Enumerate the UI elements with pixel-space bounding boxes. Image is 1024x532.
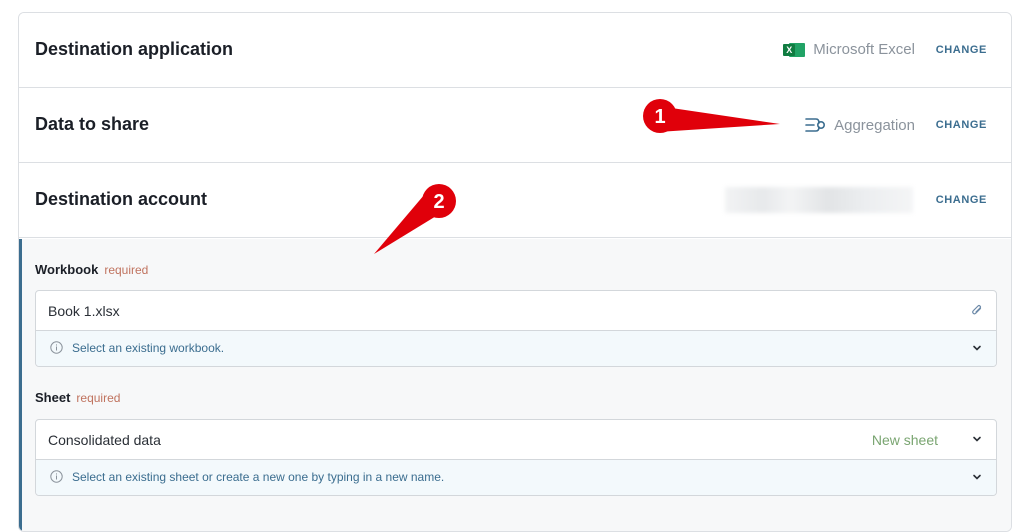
new-sheet-badge: New sheet [871,432,938,448]
sheet-field: Consolidated data New sheet Select an ex… [35,419,997,496]
data-to-share-row: Data to share Aggregation CHANGE [19,88,1011,163]
destination-application-title: Destination application [35,39,234,59]
integration-card: Destination application X Microsoft Exce… [18,12,1012,532]
data-to-share-title: Data to share [35,114,150,134]
workbook-label: Workbook required [35,262,149,277]
workbook-required-tag: required [104,263,149,277]
paperclip-icon[interactable] [970,303,984,317]
excel-icon: X [783,42,806,58]
sheet-input[interactable]: Consolidated data New sheet [36,420,996,460]
data-to-share-value: Aggregation [804,116,915,134]
destination-application-value: X Microsoft Excel [783,41,915,58]
destination-application-name: Microsoft Excel [813,41,915,58]
sheet-value: Consolidated data [48,432,161,448]
destination-application-row: Destination application X Microsoft Exce… [19,13,1011,88]
chevron-down-icon[interactable] [972,472,982,482]
info-icon [50,470,63,483]
destination-config-panel: Workbook required Book 1.xlsx Select an e… [19,239,1011,531]
change-data-to-share-button[interactable]: CHANGE [936,119,987,131]
workbook-field: Book 1.xlsx Select an existing workbook. [35,290,997,367]
change-destination-account-button[interactable]: CHANGE [936,194,987,206]
workbook-hint-row[interactable]: Select an existing workbook. [36,331,996,366]
sheet-label: Sheet required [35,390,121,405]
sheet-hint-row[interactable]: Select an existing sheet or create a new… [36,460,996,495]
chevron-down-icon[interactable] [972,343,982,353]
destination-account-row: Destination account CHANGE [19,163,1011,238]
workbook-hint: Select an existing workbook. [72,341,225,355]
chevron-down-icon[interactable] [972,434,982,444]
redacted-account-name [725,187,913,213]
workbook-input[interactable]: Book 1.xlsx [36,291,996,331]
sheet-hint: Select an existing sheet or create a new… [72,470,445,484]
info-icon [50,341,63,354]
change-destination-application-button[interactable]: CHANGE [936,44,987,56]
destination-account-title: Destination account [35,189,208,209]
sheet-required-tag: required [76,391,121,405]
workbook-value: Book 1.xlsx [48,303,120,319]
aggregation-icon [805,118,826,132]
data-to-share-name: Aggregation [834,116,915,134]
